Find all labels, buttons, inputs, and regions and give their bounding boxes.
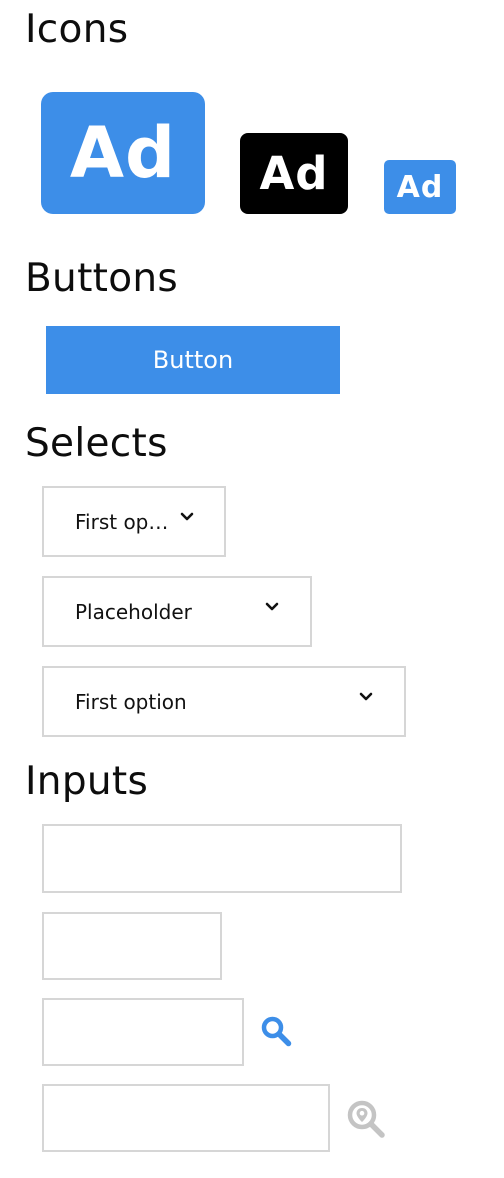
select-first[interactable]: First op… xyxy=(42,486,226,557)
select-wide[interactable]: First option xyxy=(42,666,406,737)
ad-icon-label: Ad xyxy=(69,112,177,194)
chevron-down-icon xyxy=(180,512,194,521)
select-value: Placeholder xyxy=(75,599,192,624)
select-value: First op… xyxy=(75,509,169,534)
ad-icon-medium: Ad xyxy=(240,133,348,214)
ad-icon-small: Ad xyxy=(384,160,456,214)
ad-icon-label: Ad xyxy=(259,147,329,200)
text-input-wide[interactable] xyxy=(42,824,402,893)
icons-heading: Icons xyxy=(25,7,129,52)
text-input-short[interactable] xyxy=(42,912,222,980)
inputs-heading: Inputs xyxy=(25,759,149,804)
location-search-icon[interactable] xyxy=(346,1100,386,1138)
chevron-down-icon xyxy=(359,692,373,701)
search-icon[interactable] xyxy=(260,1015,292,1047)
buttons-heading: Buttons xyxy=(25,256,179,301)
select-placeholder[interactable]: Placeholder xyxy=(42,576,312,647)
location-search-input[interactable] xyxy=(42,1084,330,1152)
ad-icon-label: Ad xyxy=(396,169,444,205)
select-value: First option xyxy=(75,689,187,714)
primary-button[interactable]: Button xyxy=(46,326,340,394)
chevron-down-icon xyxy=(265,602,279,611)
selects-heading: Selects xyxy=(25,421,168,466)
ad-icon-large: Ad xyxy=(41,92,205,214)
search-input[interactable] xyxy=(42,998,244,1066)
